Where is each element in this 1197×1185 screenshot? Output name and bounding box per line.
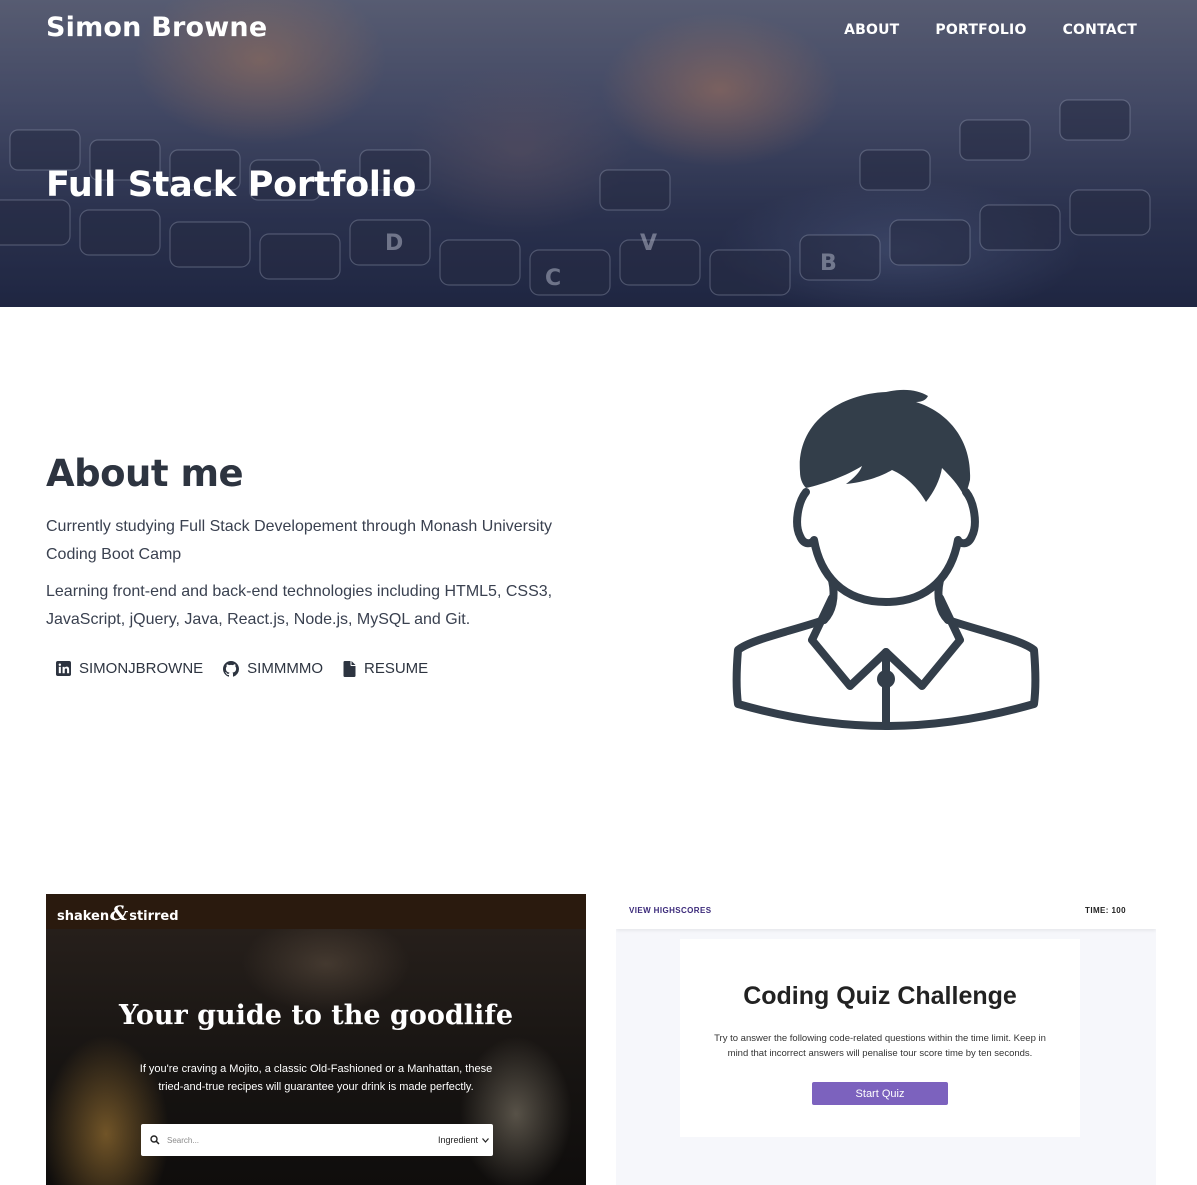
- resume-label: RESUME: [364, 660, 429, 677]
- quiz-timer: TIME: 100: [1085, 906, 1126, 915]
- resume-link[interactable]: RESUME: [333, 660, 438, 677]
- github-icon: [223, 660, 240, 677]
- project-card-cocktail[interactable]: shaken&stirred Your guide to the goodlif…: [46, 894, 586, 1185]
- project-card-quiz[interactable]: VIEW HIGHSCORES TIME: 100 Coding Quiz Ch…: [616, 894, 1156, 1185]
- about-paragraph-2: Learning front-end and back-end technolo…: [46, 583, 553, 628]
- start-quiz-button: Start Quiz: [812, 1082, 948, 1105]
- quiz-heading: Coding Quiz Challenge: [743, 982, 1017, 1010]
- github-link[interactable]: SIMMMMO: [213, 660, 333, 677]
- person-avatar-icon: [732, 389, 1040, 730]
- cocktail-logo: shaken&stirred: [57, 901, 179, 925]
- site-brand[interactable]: Simon Browne: [46, 12, 267, 43]
- social-links: SIMONJBROWNE SIMMMMO RESUME: [46, 660, 438, 677]
- cocktail-subtitle: If you're craving a Mojito, a classic Ol…: [139, 1063, 493, 1093]
- cocktail-heading: Your guide to the goodlife: [118, 1000, 514, 1031]
- ingredient-select: Ingredient: [438, 1135, 489, 1145]
- github-label: SIMMMMO: [247, 660, 323, 677]
- search-icon: [150, 1135, 160, 1145]
- linkedin-link[interactable]: SIMONJBROWNE: [46, 660, 213, 677]
- nav-about[interactable]: ABOUT: [844, 22, 899, 38]
- cocktail-search-bar: Search... Ingredient: [141, 1124, 493, 1156]
- file-icon: [343, 660, 356, 677]
- main-nav: ABOUT PORTFOLIO CONTACT: [844, 22, 1137, 38]
- search-placeholder: Search...: [167, 1135, 200, 1145]
- hero-overlay: [0, 0, 1197, 307]
- chevron-down-icon: [482, 1137, 489, 1143]
- about-paragraph-1: Currently studying Full Stack Developeme…: [46, 518, 553, 563]
- nav-contact[interactable]: CONTACT: [1063, 22, 1137, 38]
- hero-title: Full Stack Portfolio: [46, 165, 417, 205]
- view-highscores-link: VIEW HIGHSCORES: [629, 906, 712, 915]
- nav-portfolio[interactable]: PORTFOLIO: [935, 22, 1026, 38]
- quiz-description: Try to answer the following code-related…: [714, 1033, 1046, 1059]
- about-title: About me: [46, 452, 244, 495]
- quiz-topbar: VIEW HIGHSCORES TIME: 100: [616, 894, 1156, 929]
- quiz-panel: Coding Quiz Challenge Try to answer the …: [680, 939, 1080, 1137]
- linkedin-label: SIMONJBROWNE: [79, 660, 204, 677]
- hero-banner: D C V B Simon Browne ABOUT PORTFOLIO CON…: [0, 0, 1197, 307]
- linkedin-icon: [56, 661, 71, 676]
